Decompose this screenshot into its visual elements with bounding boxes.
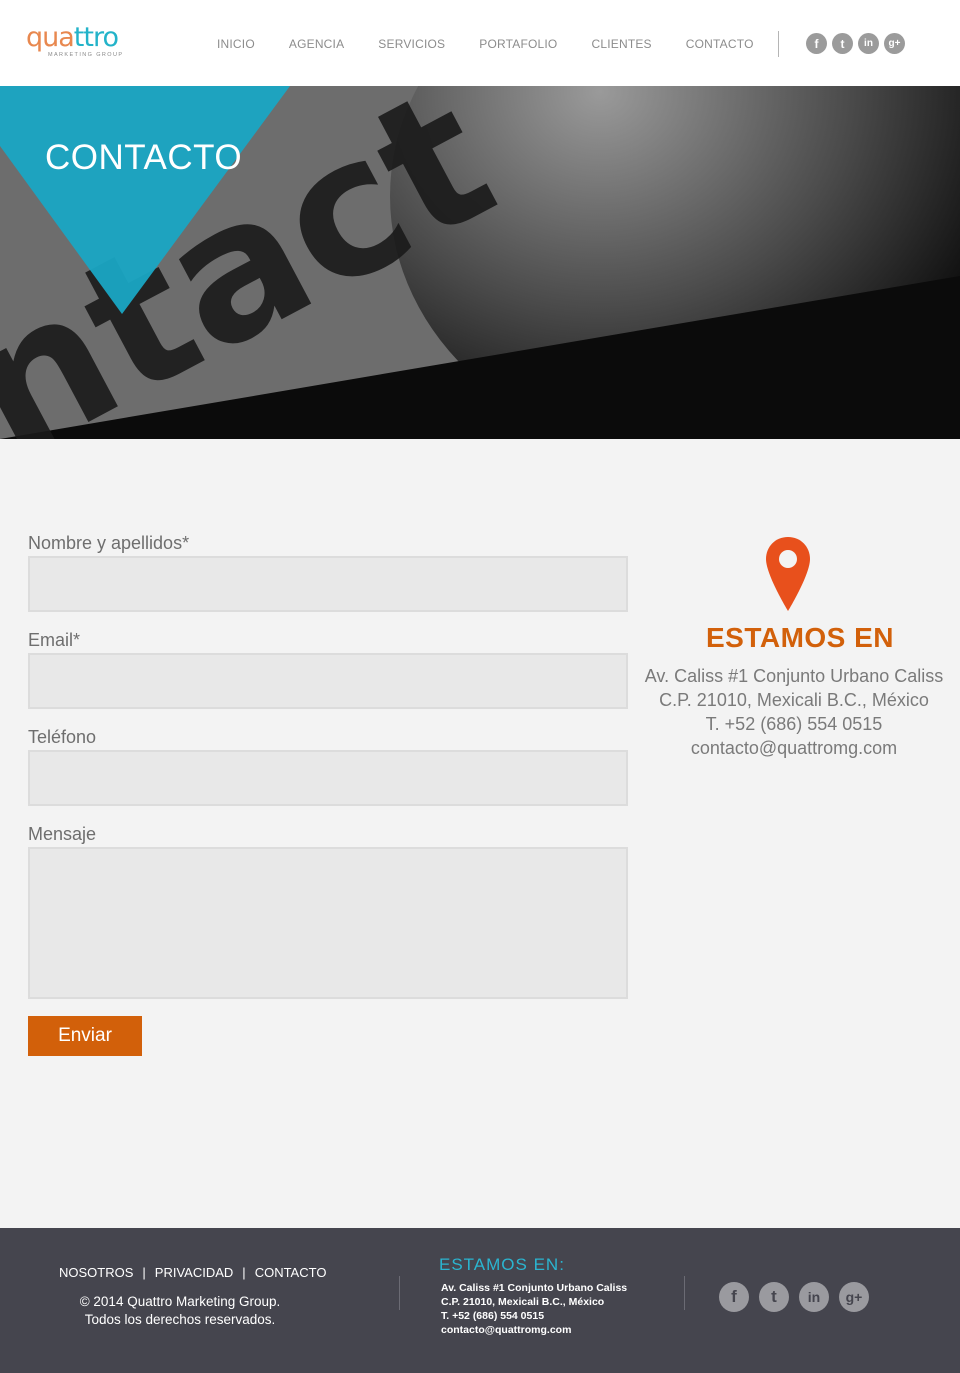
site-footer: NOSOTROS | PRIVACIDAD | CONTACTO © 2014 …	[0, 1228, 960, 1373]
submit-button[interactable]: Enviar	[28, 1016, 142, 1056]
copyright-line2: Todos los derechos reservados.	[84, 1312, 276, 1327]
footer-phone: T. +52 (686) 554 0515	[441, 1310, 545, 1322]
nav-item-inicio[interactable]: INICIO	[217, 37, 255, 51]
name-field[interactable]	[28, 556, 628, 612]
nav-item-agencia[interactable]: AGENCIA	[289, 37, 344, 51]
nav-item-portafolio[interactable]: PORTAFOLIO	[479, 37, 557, 51]
contact-phone: T. +52 (686) 554 0515	[705, 714, 883, 734]
nav-item-servicios[interactable]: SERVICIOS	[378, 37, 445, 51]
hero-banner: ntact CONTACTO	[0, 86, 960, 439]
email-label: Email*	[28, 630, 81, 650]
footer-social-links: f t in g+	[719, 1282, 869, 1312]
googleplus-icon[interactable]: g+	[839, 1282, 869, 1312]
footer-email[interactable]: contacto@quattromg.com	[441, 1324, 571, 1336]
contact-heading: ESTAMOS EN	[705, 622, 895, 653]
phone-label: Teléfono	[28, 727, 97, 747]
contact-email[interactable]: contacto@quattromg.com	[644, 738, 944, 759]
footer-copyright: © 2014 Quattro Marketing Group. Todos lo…	[60, 1293, 300, 1329]
header-divider	[778, 31, 779, 57]
footer-link-nosotros[interactable]: NOSOTROS	[59, 1265, 133, 1280]
phone-field[interactable]	[28, 750, 628, 806]
twitter-icon[interactable]: t	[832, 33, 853, 54]
twitter-icon[interactable]: t	[759, 1282, 789, 1312]
linkedin-icon[interactable]: in	[858, 33, 879, 54]
main-nav: INICIO AGENCIA SERVICIOS PORTAFOLIO CLIE…	[200, 37, 771, 51]
header-social-links: f t in g+	[806, 33, 905, 54]
message-label: Mensaje	[28, 824, 97, 844]
logo-tagline: MARKETING GROUP	[48, 52, 124, 58]
footer-links: NOSOTROS | PRIVACIDAD | CONTACTO	[59, 1265, 326, 1280]
page-title: CONTACTO	[45, 138, 243, 177]
email-field[interactable]	[28, 653, 628, 709]
footer-heading: ESTAMOS EN:	[439, 1255, 565, 1274]
location-pin-icon	[766, 537, 810, 611]
footer-separator: |	[142, 1265, 146, 1280]
facebook-icon[interactable]: f	[719, 1282, 749, 1312]
footer-link-contacto[interactable]: CONTACTO	[255, 1265, 327, 1280]
footer-separator: |	[242, 1265, 246, 1280]
googleplus-icon[interactable]: g+	[884, 33, 905, 54]
nav-item-clientes[interactable]: CLIENTES	[591, 37, 651, 51]
name-label: Nombre y apellidos*	[28, 533, 190, 553]
copyright-line1: © 2014 Quattro Marketing Group.	[79, 1294, 281, 1309]
quattro-logo[interactable]: quattro MARKETING GROUP	[26, 24, 142, 60]
contact-address-line2: C.P. 21010, Mexicali B.C., México	[659, 690, 929, 710]
footer-address-line1: Av. Caliss #1 Conjunto Urbano Caliss	[441, 1282, 628, 1294]
footer-divider	[684, 1276, 685, 1310]
site-header: quattro MARKETING GROUP INICIO AGENCIA S…	[0, 0, 960, 86]
footer-link-privacidad[interactable]: PRIVACIDAD	[155, 1265, 234, 1280]
footer-address-line2: C.P. 21010, Mexicali B.C., México	[441, 1296, 605, 1308]
logo-wordmark: quattro	[26, 22, 119, 53]
contact-address-line1: Av. Caliss #1 Conjunto Urbano Caliss	[644, 666, 944, 686]
nav-item-contacto[interactable]: CONTACTO	[686, 37, 754, 51]
linkedin-icon[interactable]: in	[799, 1282, 829, 1312]
facebook-icon[interactable]: f	[806, 33, 827, 54]
message-field[interactable]	[28, 847, 628, 999]
footer-divider	[399, 1276, 400, 1310]
